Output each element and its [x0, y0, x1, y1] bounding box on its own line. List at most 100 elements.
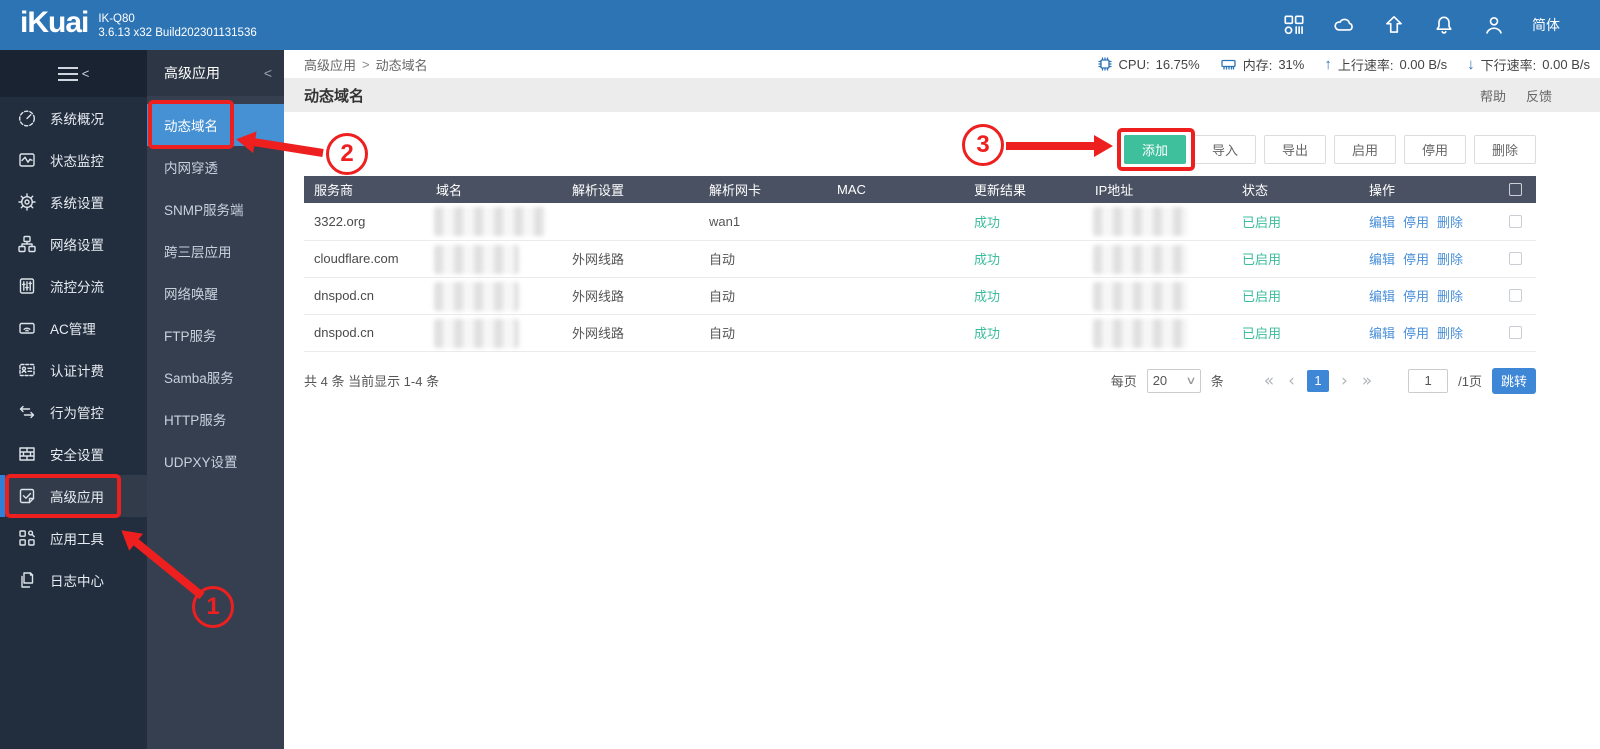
edit-link[interactable]: 编辑	[1369, 252, 1395, 267]
edit-link[interactable]: 编辑	[1369, 215, 1395, 230]
import-button[interactable]: 导入	[1194, 135, 1256, 164]
cell-mac	[829, 203, 966, 241]
col-ip: IP地址	[1087, 176, 1234, 203]
export-button[interactable]: 导出	[1264, 135, 1326, 164]
breadcrumb-section: 高级应用	[304, 57, 357, 73]
blurred-domain	[434, 207, 546, 236]
sidebar-item-status-monitor[interactable]: 状态监控	[0, 139, 147, 181]
main-sidebar: < 系统概况 状态监控 系统设置 网络设置 流控分流 AC管理 认证计费 行为管…	[0, 50, 147, 749]
sidebar-item-log-center[interactable]: 日志中心	[0, 559, 147, 601]
row-checkbox[interactable]	[1509, 214, 1522, 228]
disable-link[interactable]: 停用	[1403, 252, 1429, 267]
select-all-checkbox[interactable]	[1509, 183, 1522, 196]
col-result: 更新结果	[966, 176, 1087, 203]
submenu-item-http[interactable]: HTTP服务	[147, 398, 284, 440]
submenu-item-wake-on-lan[interactable]: 网络唤醒	[147, 272, 284, 314]
delete-link[interactable]: 删除	[1437, 252, 1463, 267]
delete-button[interactable]: 删除	[1474, 135, 1536, 164]
sidebar-item-security-settings[interactable]: 安全设置	[0, 433, 147, 475]
next-page-button[interactable]: ›	[1339, 371, 1350, 391]
device-info: IK-Q80 3.6.13 x32 Build202301131536	[98, 12, 256, 40]
record-summary: 共 4 条 当前显示 1-4 条	[304, 374, 440, 389]
submenu-item-cross-l3[interactable]: 跨三层应用	[147, 230, 284, 272]
ikuai-logo: iKuai	[20, 6, 89, 39]
sidebar-item-traffic-control[interactable]: 流控分流	[0, 265, 147, 307]
disable-button[interactable]: 停用	[1404, 135, 1466, 164]
disable-link[interactable]: 停用	[1403, 326, 1429, 341]
breadcrumb-separator: >	[362, 56, 370, 72]
bell-icon[interactable]	[1432, 13, 1456, 37]
prev-page-button[interactable]: ‹	[1286, 371, 1297, 391]
cell-status: 已启用	[1234, 277, 1361, 315]
per-page-select[interactable]: 20 ∨	[1146, 368, 1201, 393]
blurred-domain	[434, 244, 519, 274]
row-checkbox[interactable]	[1509, 289, 1522, 302]
col-nic: 解析网卡	[701, 176, 829, 203]
wifi-router-icon	[19, 322, 35, 334]
cell-result: 成功	[966, 277, 1087, 315]
row-checkbox[interactable]	[1509, 252, 1522, 265]
submenu-item-snmp[interactable]: SNMP服务端	[147, 188, 284, 230]
table-row: dnspod.cn 外网线路 自动 成功 已启用 编辑 停用 删除	[304, 314, 1536, 352]
row-checkbox[interactable]	[1509, 326, 1522, 339]
submenu-header: 高级应用 <	[147, 50, 284, 96]
sidebar-item-system-overview[interactable]: 系统概况	[0, 97, 147, 139]
edit-link[interactable]: 编辑	[1369, 326, 1395, 341]
home-upload-icon[interactable]	[1382, 13, 1406, 37]
sidebar-toggle[interactable]: <	[0, 50, 147, 97]
sidebar-item-network-settings[interactable]: 网络设置	[0, 223, 147, 265]
current-page-button[interactable]: 1	[1306, 369, 1329, 392]
help-link[interactable]: 帮助	[1480, 86, 1506, 105]
language-switch[interactable]: 简体	[1532, 15, 1560, 35]
blurred-domain	[434, 281, 519, 311]
cell-provider: cloudflare.com	[304, 240, 428, 278]
memory-icon	[1221, 59, 1236, 70]
per-page-label: 每页	[1110, 374, 1137, 389]
cell-nic: 自动	[701, 314, 829, 352]
total-pages-label: /1页	[1458, 374, 1482, 389]
chevron-down-icon: ∨	[1185, 375, 1197, 387]
disable-link[interactable]: 停用	[1403, 215, 1429, 230]
delete-link[interactable]: 删除	[1437, 326, 1463, 341]
sidebar-item-ac-management[interactable]: AC管理	[0, 307, 147, 349]
cell-mac	[829, 314, 966, 352]
cell-provider: 3322.org	[304, 203, 428, 241]
first-page-button[interactable]: «	[1262, 371, 1276, 391]
submenu-item-udpxy[interactable]: UDPXY设置	[147, 440, 284, 482]
user-icon[interactable]	[1482, 13, 1506, 37]
cell-provider: dnspod.cn	[304, 277, 428, 315]
page-jump-input[interactable]	[1408, 368, 1449, 393]
up-arrow-icon: ↑	[1324, 55, 1332, 73]
enable-button[interactable]: 启用	[1334, 135, 1396, 164]
feedback-link[interactable]: 反馈	[1526, 86, 1552, 105]
delete-link[interactable]: 删除	[1437, 289, 1463, 304]
toolbar: 添加 导入 导出 启用 停用 删除	[304, 135, 1536, 164]
blurred-ip	[1093, 281, 1188, 311]
disable-link[interactable]: 停用	[1403, 289, 1429, 304]
jump-button[interactable]: 跳转	[1492, 367, 1536, 394]
submenu-item-samba[interactable]: Samba服务	[147, 356, 284, 398]
memory-stat: 内存: 31%	[1220, 55, 1304, 74]
annotation-box-advanced-apps	[5, 474, 121, 518]
ddns-table: 服务商 域名 解析设置 解析网卡 MAC 更新结果 IP地址 状态 操作 332…	[304, 176, 1536, 352]
cloud-icon[interactable]	[1332, 13, 1356, 37]
cell-nic: wan1	[701, 203, 829, 241]
cell-status: 已启用	[1234, 240, 1361, 278]
col-actions: 操作	[1361, 176, 1501, 203]
submenu-item-ftp[interactable]: FTP服务	[147, 314, 284, 356]
last-page-button[interactable]: »	[1360, 371, 1374, 391]
edit-link[interactable]: 编辑	[1369, 289, 1395, 304]
apps-grid-icon[interactable]	[1282, 13, 1306, 37]
sidebar-item-auth-billing[interactable]: 认证计费	[0, 349, 147, 391]
sidebar-item-system-settings[interactable]: 系统设置	[0, 181, 147, 223]
cell-mac	[829, 240, 966, 278]
sidebar-item-behavior-control[interactable]: 行为管控	[0, 391, 147, 433]
gear-icon	[18, 193, 36, 211]
cpu-icon	[1097, 57, 1112, 71]
cpu-stat: CPU: 16.75%	[1097, 56, 1200, 72]
cell-nic: 自动	[701, 240, 829, 278]
collapse-panel-icon[interactable]: <	[264, 65, 272, 81]
cell-result: 成功	[966, 314, 1087, 352]
delete-link[interactable]: 删除	[1437, 215, 1463, 230]
cell-mac	[829, 277, 966, 315]
